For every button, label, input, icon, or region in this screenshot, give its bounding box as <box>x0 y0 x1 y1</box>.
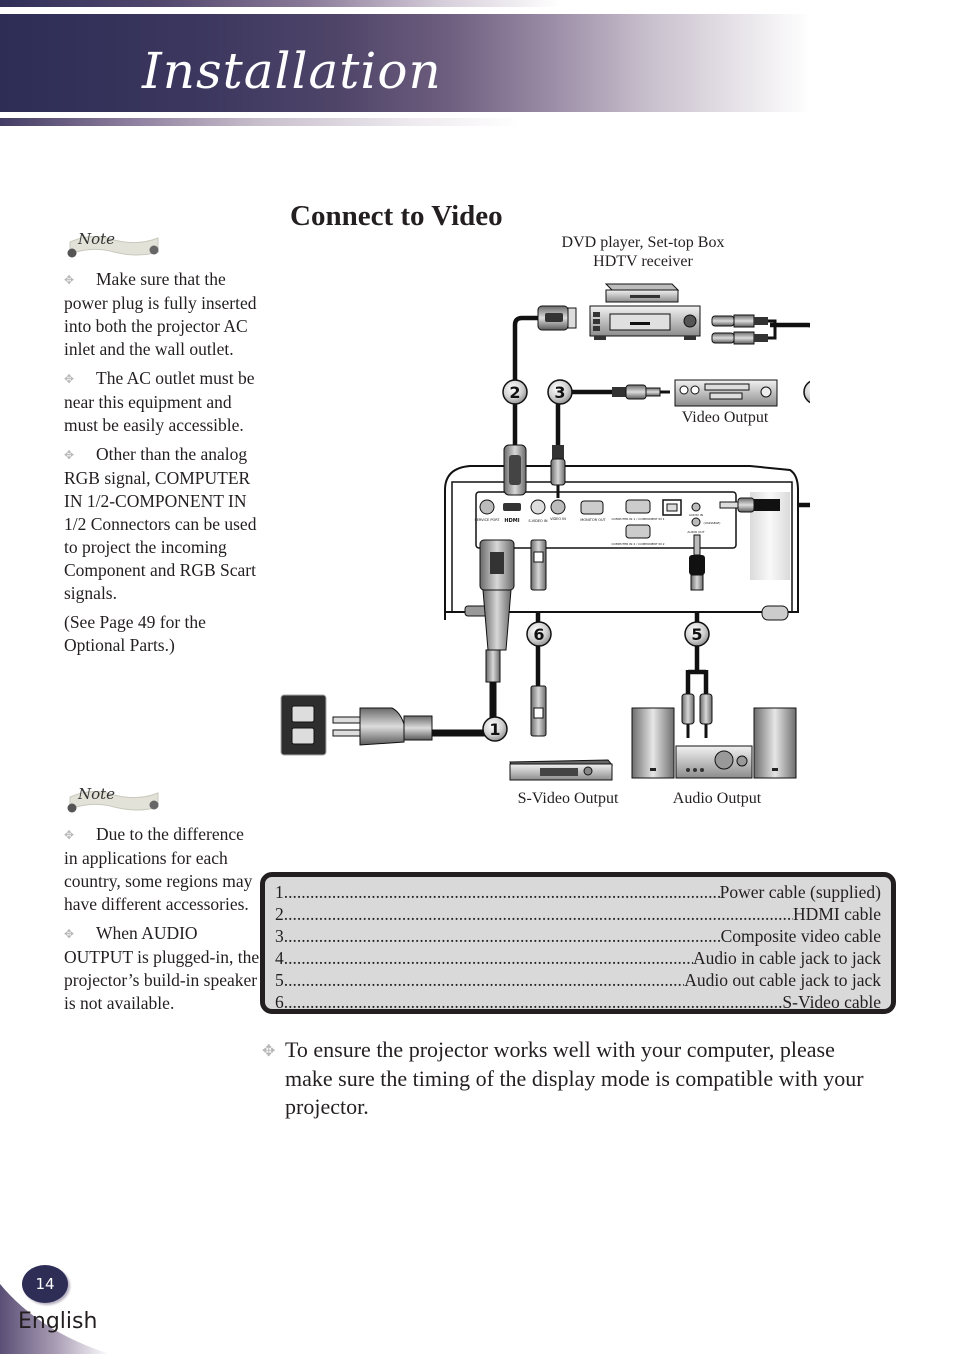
svideo-output-plug-icon <box>530 685 547 737</box>
legend-row: 3Composite video cable <box>275 925 881 947</box>
svg-text:1: 1 <box>489 720 500 739</box>
audio-out-rca-plugs-icon <box>681 693 713 738</box>
amplifier-icon <box>675 745 753 779</box>
port-label-variable: (VARIABLE) <box>704 521 721 525</box>
svg-text:2: 2 <box>509 383 520 402</box>
section-title: Connect to Video <box>290 200 503 232</box>
note-2-item-2: ✥ When AUDIO OUTPUT is plugged-in, the pr… <box>64 923 260 1013</box>
bullet-diamond-icon: ✥ <box>64 273 75 287</box>
video-output-device-icon <box>674 379 778 407</box>
legend-row: 1Power cable (supplied) <box>275 881 881 903</box>
note-2-item-1: ✥ Due to the difference in applications f… <box>64 824 253 914</box>
header-bottom-stripe <box>0 118 520 126</box>
port-label-computer-in-2: COMPUTER IN 2 / COMPONENT IN 2 <box>611 542 664 546</box>
power-connector-icon <box>479 539 515 683</box>
callout-6: 6 <box>526 621 552 647</box>
note-1-item-2: ✥ The AC outlet must be near this equipme… <box>64 368 255 435</box>
note-label: Note <box>77 785 115 803</box>
svideo-output-device-icon <box>509 759 614 781</box>
callout-2: 2 <box>502 379 528 405</box>
bullet-diamond-icon: ✥ <box>64 448 75 462</box>
note-ribbon-icon: Note <box>67 230 159 258</box>
svg-text:5: 5 <box>691 625 702 644</box>
legend-row: 5Audio out cable jack to jack <box>275 969 881 991</box>
hdmi-connector-icon <box>503 444 527 496</box>
svideo-plug-icon <box>530 539 547 591</box>
dvd-player-icon <box>589 305 701 340</box>
cable-legend: 1Power cable (supplied) 2HDMI cable 3Com… <box>260 872 896 1014</box>
rca-plugs-icon <box>711 314 777 345</box>
page-number-badge: 14 <box>22 1265 68 1303</box>
audio-output-label: Audio Output <box>672 790 762 807</box>
svideo-output-label: S-Video Output <box>517 790 619 807</box>
port-label-monitor-out: MONITOR OUT <box>580 518 606 522</box>
note-ribbon-icon: Note <box>67 785 159 813</box>
legend-row: 4Audio in cable jack to jack <box>275 947 881 969</box>
note-1-body: ✥ Make sure that the power plug is fully … <box>64 268 260 663</box>
composite-plug-icon <box>612 384 670 400</box>
wall-outlet-icon <box>280 694 327 756</box>
compatibility-tip: ✥ To ensure the projector works well wit… <box>262 1037 864 1119</box>
chapter-title: Installation <box>142 42 442 100</box>
legend-row: 2HDMI cable <box>275 903 881 925</box>
port-label-svideo-in: S-VIDEO IN <box>528 519 548 523</box>
note-label: Note <box>77 230 115 248</box>
port-label-audio-in: AUDIO IN <box>689 513 703 517</box>
note-2-body: ✥ Due to the difference in applications f… <box>64 823 260 1021</box>
port-label-service: SERVICE PORT <box>474 518 500 522</box>
dvd-label-line2: HDTV receiver <box>593 253 693 270</box>
bullet-diamond-icon: ✥ <box>262 1043 276 1060</box>
header-top-stripe <box>0 0 560 7</box>
note-1-extra: (See Page 49 for the Optional Parts.) <box>64 612 206 655</box>
port-label-hdmi: HDMI <box>504 518 519 524</box>
footer-language: English <box>18 1309 98 1334</box>
svg-text:6: 6 <box>533 625 544 644</box>
connection-diagram: SERVICE PORT HDMI S-VIDEO IN VIDEO IN MO… <box>280 283 810 781</box>
bullet-diamond-icon: ✥ <box>64 927 75 941</box>
callout-5: 5 <box>684 621 710 647</box>
legend-row: 6S-Video cable <box>275 991 881 1013</box>
dvd-label-line1: DVD player, Set-top Box <box>561 234 725 251</box>
svg-text:3: 3 <box>554 383 565 402</box>
port-label-video-in: VIDEO IN <box>550 517 566 521</box>
set-top-box-icon <box>604 283 680 303</box>
port-label-computer-in-1: COMPUTER IN 1 / COMPONENT IN 1 <box>611 517 664 521</box>
port-label-audio-out: AUDIO OUT <box>687 530 704 534</box>
note-1-item-3: ✥ Other than the analog RGB signal, COMPU… <box>64 444 257 603</box>
hdmi-plug-icon <box>537 305 577 331</box>
bullet-diamond-icon: ✥ <box>64 828 75 842</box>
callout-3: 3 <box>547 379 573 405</box>
callout-1: 1 <box>482 716 508 742</box>
note-1-item-1: ✥ Make sure that the power plug is fully … <box>64 269 257 359</box>
callout-4: 4 <box>803 380 810 404</box>
bullet-diamond-icon: ✥ <box>64 372 75 386</box>
power-plug-icon <box>332 707 433 746</box>
